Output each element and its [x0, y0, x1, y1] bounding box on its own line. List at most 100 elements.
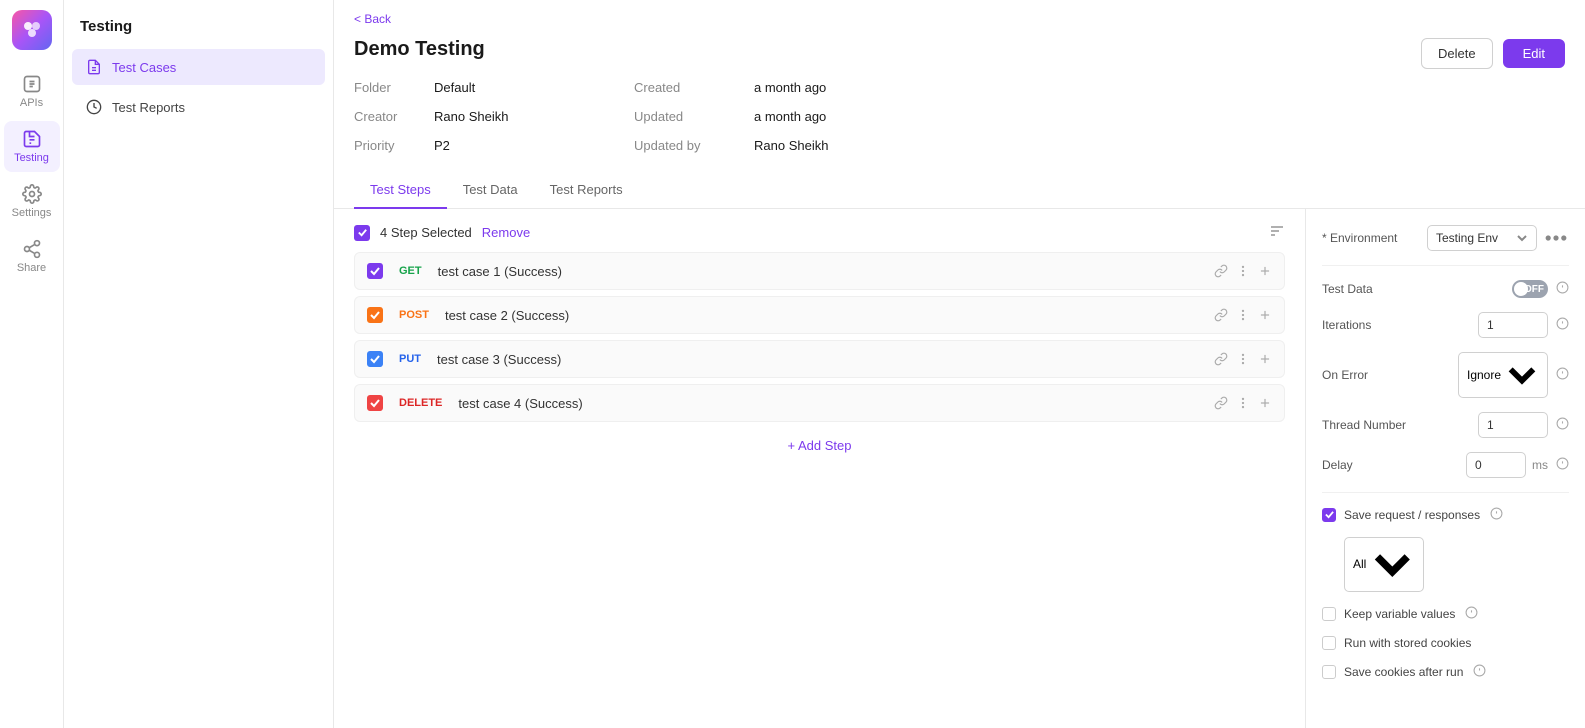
step-2-checkbox[interactable] — [367, 307, 383, 323]
sidebar-item-share[interactable]: Share — [4, 231, 60, 282]
thread-number-info-icon[interactable] — [1556, 417, 1569, 433]
test-cases-label: Test Cases — [112, 60, 176, 75]
step-4-add-icon[interactable] — [1258, 396, 1272, 410]
sidebar-item-testing[interactable]: Testing — [4, 121, 60, 172]
step-2-name: test case 2 (Success) — [445, 308, 1204, 323]
step-1-checkbox[interactable] — [367, 263, 383, 279]
updated-value: a month ago — [754, 106, 904, 127]
delay-input-group: ms — [1466, 452, 1569, 478]
tab-test-reports[interactable]: Test Reports — [534, 172, 639, 209]
keep-variable-row: Keep variable values — [1322, 606, 1569, 622]
step-3-method: PUT — [393, 351, 427, 367]
created-label: Created — [634, 77, 754, 98]
step-3-checkbox[interactable] — [367, 351, 383, 367]
tab-test-data[interactable]: Test Data — [447, 172, 534, 209]
on-error-control: Ignore — [1420, 352, 1569, 398]
test-reports-label: Test Reports — [112, 100, 185, 115]
test-reports-icon — [86, 99, 102, 115]
remove-selection-link[interactable]: Remove — [482, 225, 530, 240]
step-2-actions — [1214, 308, 1272, 322]
step-4-link-icon[interactable] — [1214, 396, 1228, 410]
on-error-value: Ignore — [1467, 368, 1501, 382]
sidebar-item-test-reports[interactable]: Test Reports — [72, 89, 325, 125]
main-content: < Back Demo Testing Delete Edit Folder D… — [334, 0, 1585, 728]
sort-icon[interactable] — [1269, 223, 1285, 242]
delay-input[interactable] — [1466, 452, 1526, 478]
checkmark-icon — [357, 227, 368, 238]
step-1-name: test case 1 (Success) — [438, 264, 1204, 279]
keep-variable-info-icon[interactable] — [1465, 606, 1478, 622]
step-1-more-icon[interactable] — [1236, 264, 1250, 278]
priority-value: P2 — [434, 135, 634, 156]
add-step-button[interactable]: + Add Step — [354, 428, 1285, 463]
on-error-row: On Error Ignore — [1322, 352, 1569, 398]
toggle-thumb — [1514, 282, 1528, 296]
delay-row: Delay ms — [1322, 452, 1569, 478]
sidebar-item-apis[interactable]: APIs — [4, 66, 60, 117]
tab-test-steps[interactable]: Test Steps — [354, 172, 447, 209]
sidebar-item-settings[interactable]: Settings — [4, 176, 60, 227]
updated-by-value: Rano Sheikh — [754, 135, 904, 156]
header-actions: Delete Edit — [1421, 38, 1565, 69]
iterations-input[interactable] — [1478, 312, 1548, 338]
keep-variable-label: Keep variable values — [1344, 607, 1455, 621]
step-3-link-icon[interactable] — [1214, 352, 1228, 366]
save-all-container: All — [1322, 537, 1569, 592]
delay-unit: ms — [1532, 458, 1548, 472]
run-cookies-checkbox[interactable] — [1322, 636, 1336, 650]
save-cookies-checkbox[interactable] — [1322, 665, 1336, 679]
table-row: DELETE test case 4 (Success) — [354, 384, 1285, 422]
step-1-add-icon[interactable] — [1258, 264, 1272, 278]
environment-row: * Environment Testing Env — [1322, 225, 1569, 251]
step-2-more-icon[interactable] — [1236, 308, 1250, 322]
settings-label: Settings — [12, 207, 52, 219]
on-error-select[interactable]: Ignore — [1458, 352, 1548, 398]
delay-info-icon[interactable] — [1556, 457, 1569, 473]
meta-section: Folder Default Created a month ago Creat… — [334, 77, 1585, 172]
delete-button[interactable]: Delete — [1421, 38, 1493, 69]
environment-menu-button[interactable] — [1543, 225, 1569, 251]
save-request-info-icon[interactable] — [1490, 507, 1503, 523]
iterations-info-icon[interactable] — [1556, 317, 1569, 333]
divider-1 — [1322, 265, 1569, 266]
share-label: Share — [17, 262, 46, 274]
step-4-checkbox[interactable] — [367, 395, 383, 411]
step-3-more-icon[interactable] — [1236, 352, 1250, 366]
test-data-label: Test Data — [1322, 282, 1412, 296]
delay-control: ms — [1420, 452, 1569, 478]
save-request-label: Save request / responses — [1344, 508, 1480, 522]
step-2-method: POST — [393, 307, 435, 323]
test-data-info-icon[interactable] — [1556, 281, 1569, 297]
meta-grid: Folder Default Created a month ago Creat… — [354, 77, 1565, 156]
step-4-method: DELETE — [393, 395, 448, 411]
step-2-add-icon[interactable] — [1258, 308, 1272, 322]
back-link[interactable]: < Back — [354, 12, 1565, 26]
keep-variable-checkbox[interactable] — [1322, 607, 1336, 621]
step-1-link-icon[interactable] — [1214, 264, 1228, 278]
save-request-checkbox[interactable] — [1322, 508, 1336, 522]
select-all-checkbox[interactable] — [354, 225, 370, 241]
on-error-label: On Error — [1322, 368, 1412, 382]
sidebar: Testing Test Cases Test Reports — [64, 0, 334, 728]
test-data-toggle[interactable]: OFF — [1512, 280, 1548, 298]
icon-bar: APIs Testing Settings Share — [0, 0, 64, 728]
toggle-track[interactable]: OFF — [1512, 280, 1548, 298]
creator-label: Creator — [354, 106, 434, 127]
thread-number-input[interactable] — [1478, 412, 1548, 438]
sidebar-item-test-cases[interactable]: Test Cases — [72, 49, 325, 85]
on-error-info-icon[interactable] — [1556, 367, 1569, 383]
table-row: PUT test case 3 (Success) — [354, 340, 1285, 378]
folder-label: Folder — [354, 77, 434, 98]
save-all-select[interactable]: All — [1344, 537, 1424, 592]
page-title: Demo Testing — [354, 38, 485, 61]
thread-number-row: Thread Number — [1322, 412, 1569, 438]
step-3-actions — [1214, 352, 1272, 366]
environment-select[interactable]: Testing Env — [1427, 225, 1537, 251]
step-4-more-icon[interactable] — [1236, 396, 1250, 410]
thread-number-label: Thread Number — [1322, 418, 1412, 432]
step-2-link-icon[interactable] — [1214, 308, 1228, 322]
step-3-add-icon[interactable] — [1258, 352, 1272, 366]
save-cookies-info-icon[interactable] — [1473, 664, 1486, 680]
edit-button[interactable]: Edit — [1503, 39, 1565, 68]
run-cookies-row: Run with stored cookies — [1322, 636, 1569, 650]
